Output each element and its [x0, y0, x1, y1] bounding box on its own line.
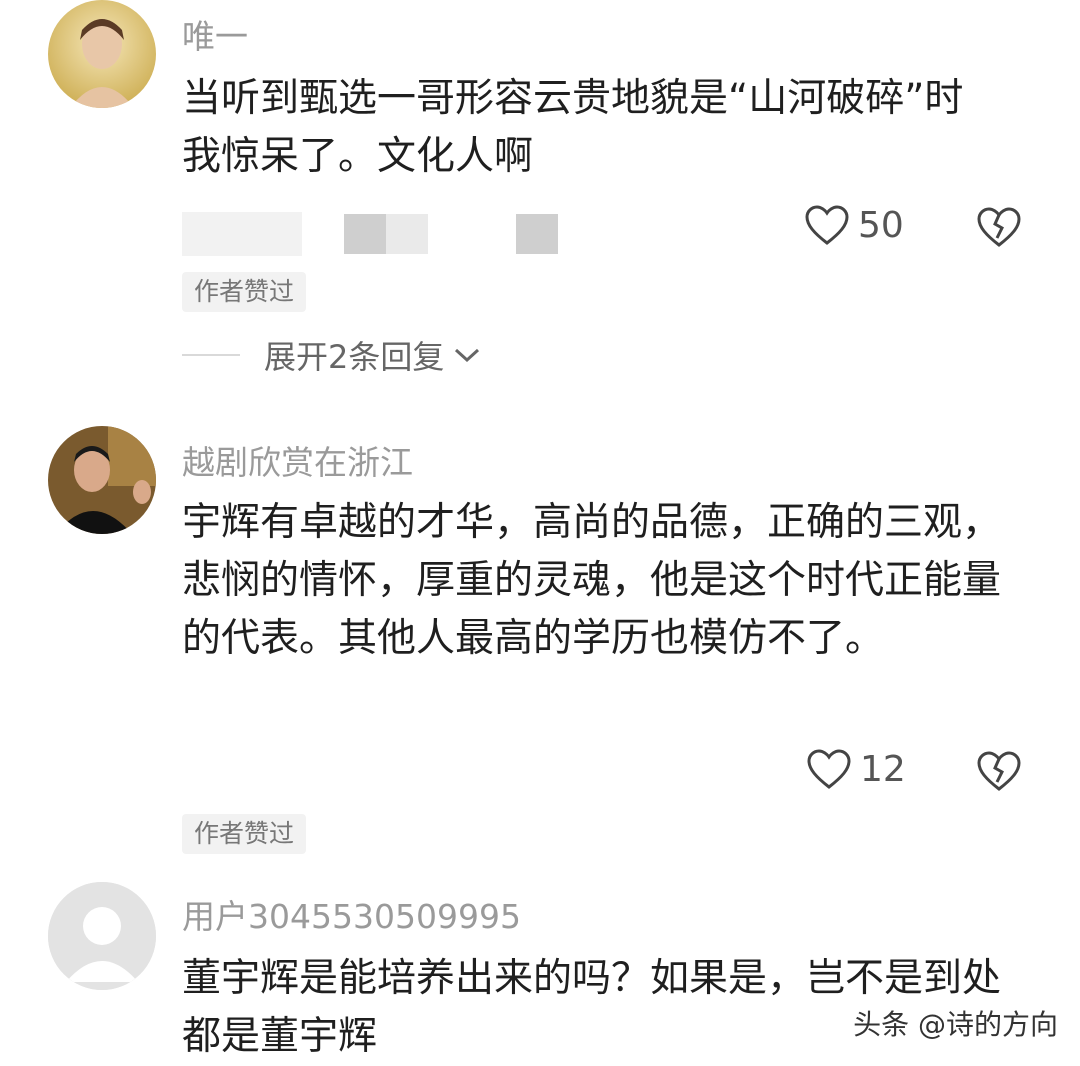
avatar[interactable] [48, 882, 156, 990]
heart-outline-icon [807, 749, 851, 789]
username[interactable]: 唯一 [182, 10, 248, 58]
expand-replies-label: 展开2条回复 [264, 338, 445, 376]
redacted-block [516, 214, 558, 254]
author-liked-badge: 作者赞过 [182, 814, 307, 854]
comment-text: 当听到甄选一哥形容云贵地貌是“山河破碎”时我惊呆了。文化人啊 [182, 76, 964, 179]
divider [182, 354, 240, 356]
broken-heart-icon [977, 751, 1021, 791]
like-button[interactable]: 50 [804, 204, 904, 246]
dislike-button[interactable] [976, 206, 1022, 252]
username[interactable]: 越剧欣赏在浙江 [182, 436, 413, 484]
broken-heart-icon [977, 207, 1021, 247]
avatar[interactable] [48, 0, 156, 108]
author-liked-badge: 作者赞过 [182, 272, 307, 312]
dislike-button[interactable] [976, 750, 1022, 796]
like-count: 12 [860, 748, 906, 790]
watermark: 头条 @诗的方向 [853, 1008, 1058, 1041]
username[interactable]: 用户3045530509995 [182, 890, 521, 938]
comment-text: 宇辉有卓越的才华，高尚的品德，正确的三观，悲悯的情怀，厚重的灵魂，他是这个时代正… [182, 500, 1002, 661]
redacted-block [386, 214, 428, 254]
expand-replies[interactable]: 展开2条回复 [182, 332, 482, 378]
like-button[interactable]: 12 [806, 748, 906, 790]
like-count: 50 [858, 204, 904, 246]
redacted-block [182, 212, 302, 256]
heart-outline-icon [805, 205, 849, 245]
redacted-block [344, 214, 386, 254]
chevron-down-icon [455, 348, 480, 363]
avatar[interactable] [48, 426, 156, 534]
default-user-avatar-icon [48, 882, 156, 990]
